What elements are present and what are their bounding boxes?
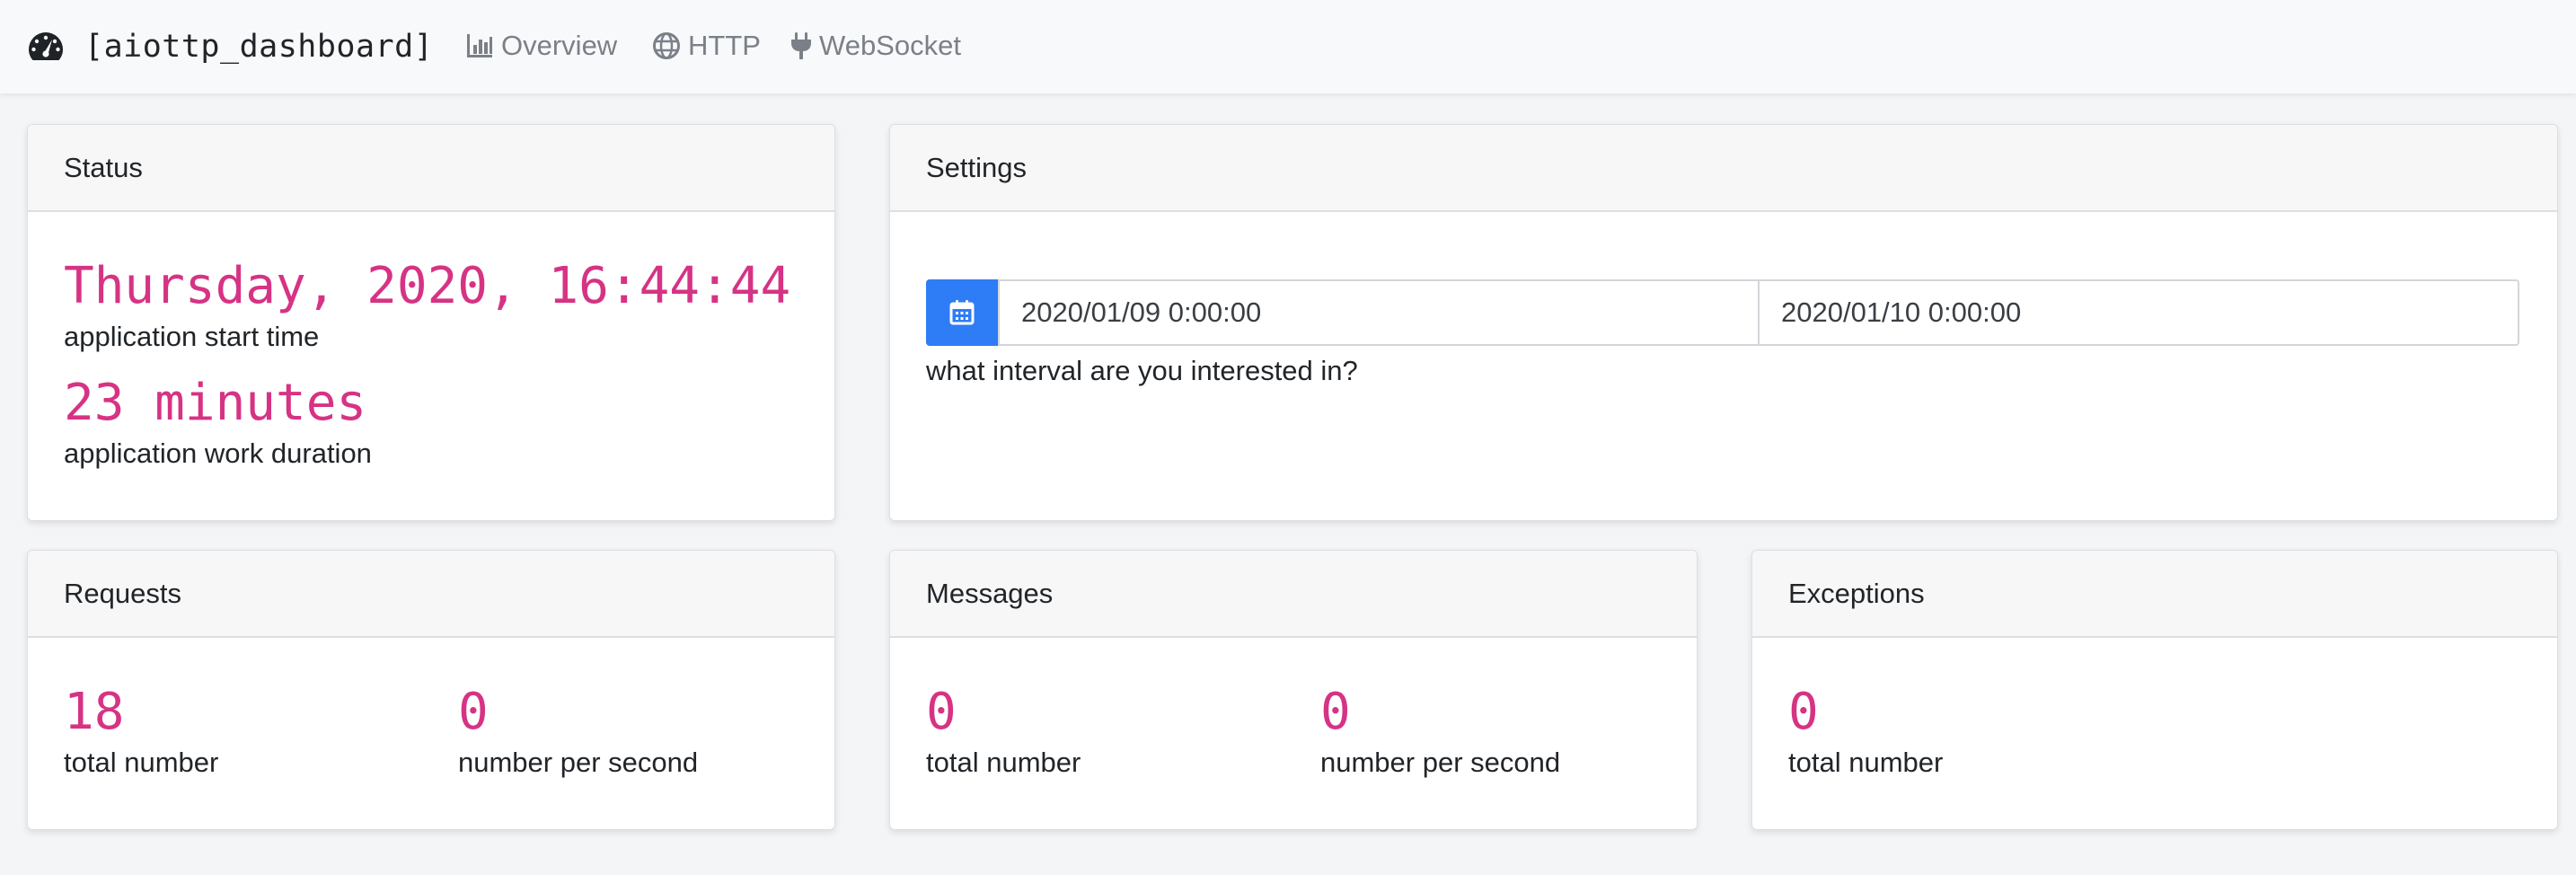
messages-total-caption: total number xyxy=(926,747,1081,778)
start-time-value: Thursday, 2020, 16:44:44 xyxy=(64,257,791,315)
exceptions-card: Exceptions 0 total number xyxy=(1751,550,2558,830)
requests-per-second-caption: number per second xyxy=(458,747,699,778)
nav-websocket-label: WebSocket xyxy=(819,30,961,61)
brand-title: [aiottp_dashboard] xyxy=(84,29,434,65)
brand-link[interactable]: [aiottp_dashboard] xyxy=(27,29,433,65)
nav-http-label: HTTP xyxy=(688,30,761,61)
status-card: Status Thursday, 2020, 16:44:44 applicat… xyxy=(27,124,835,521)
exceptions-card-title: Exceptions xyxy=(1752,551,2557,638)
nav-overview-label: Overview xyxy=(501,30,618,61)
date-range-picker xyxy=(926,279,2519,346)
exceptions-total-caption: total number xyxy=(1788,747,1944,778)
globe-icon xyxy=(653,32,680,59)
interval-caption: what interval are you interested in? xyxy=(926,355,1358,386)
messages-total-value: 0 xyxy=(926,683,957,741)
nav-websocket[interactable]: WebSocket xyxy=(790,30,961,62)
bar-chart-icon xyxy=(467,34,492,57)
messages-card-title: Messages xyxy=(890,551,1697,638)
requests-total-value: 18 xyxy=(64,683,125,741)
plug-icon xyxy=(791,32,811,59)
requests-card-title: Requests xyxy=(28,551,834,638)
messages-per-second-caption: number per second xyxy=(1320,747,1561,778)
exceptions-total-value: 0 xyxy=(1788,683,1819,741)
requests-card: Requests 18 total number 0 number per se… xyxy=(27,550,835,830)
settings-card: Settings what interval are you intereste… xyxy=(889,124,2558,521)
date-from-input[interactable] xyxy=(998,279,1758,346)
navbar: [aiottp_dashboard] Overview HTTP WebSock… xyxy=(0,0,2576,93)
calendar-icon xyxy=(949,300,975,325)
nav-http[interactable]: HTTP xyxy=(652,30,761,62)
requests-total-caption: total number xyxy=(64,747,219,778)
nav-overview[interactable]: Overview xyxy=(465,30,617,62)
messages-per-second-value: 0 xyxy=(1320,683,1351,741)
settings-card-title: Settings xyxy=(890,125,2557,212)
duration-value: 23 minutes xyxy=(64,374,367,432)
start-time-caption: application start time xyxy=(64,321,320,352)
messages-card: Messages 0 total number 0 number per sec… xyxy=(889,550,1698,830)
calendar-button[interactable] xyxy=(926,279,998,346)
duration-caption: application work duration xyxy=(64,438,372,469)
date-to-input[interactable] xyxy=(1758,279,2519,346)
tachometer-icon xyxy=(29,32,63,60)
status-card-title: Status xyxy=(28,125,834,212)
requests-per-second-value: 0 xyxy=(458,683,489,741)
